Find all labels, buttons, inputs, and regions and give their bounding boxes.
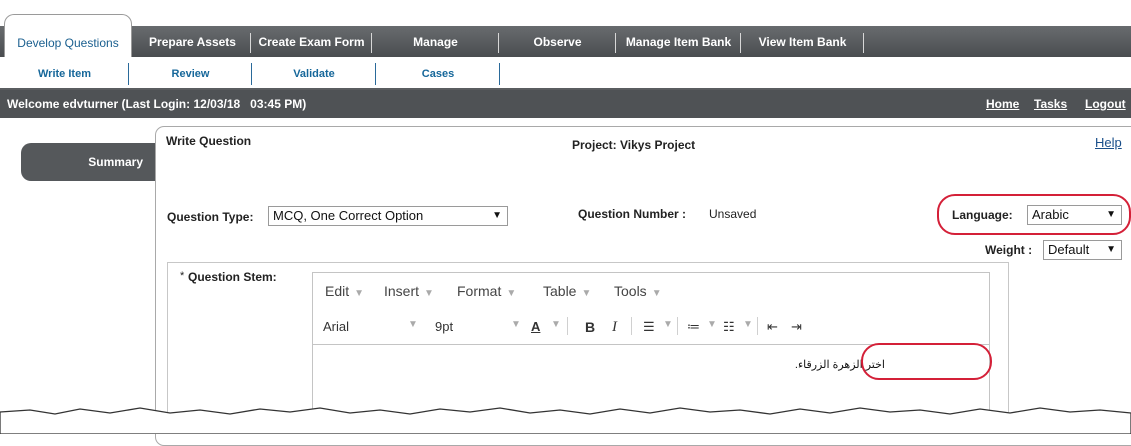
caret-down-icon: ▼ — [506, 288, 517, 299]
toolbar-divider — [567, 317, 568, 335]
panel-title: Write Question — [166, 134, 252, 148]
text-color-icon[interactable]: A — [531, 319, 540, 334]
question-type-label: Question Type: — [167, 210, 254, 224]
italic-icon[interactable]: I — [612, 319, 617, 336]
align-left-icon[interactable]: ☰ — [643, 319, 655, 335]
required-asterisk: * — [180, 270, 185, 282]
rich-text-editor: Edit ▼ Insert ▼ Format ▼ Table ▼ Tools ▼ Aria… — [312, 272, 990, 418]
dropdown-arrow-icon: ▼ — [1106, 244, 1116, 255]
home-link[interactable]: Home — [986, 97, 1019, 111]
caret-down-icon: ▼ — [707, 319, 717, 330]
font-family-select[interactable]: Arial — [323, 319, 349, 334]
subtab-review[interactable]: Review — [129, 63, 252, 85]
caret-down-icon: ▼ — [408, 319, 418, 330]
torn-edge-decoration — [0, 407, 1131, 434]
welcome-message: Welcome edvturner (Last Login: 12/03/18 … — [7, 97, 307, 111]
bullet-list-icon[interactable]: ≔ — [687, 319, 700, 335]
tab-prepare-assets[interactable]: Prepare Assets — [134, 28, 251, 57]
tab-manage-item-bank[interactable]: Manage Item Bank — [616, 28, 741, 57]
language-value: Arabic — [1032, 207, 1069, 222]
sub-nav: Write Item Review Validate Cases — [0, 57, 1131, 90]
weight-select[interactable]: Default ▼ — [1043, 240, 1122, 260]
caret-down-icon: ▼ — [663, 319, 673, 330]
question-number-value: Unsaved — [709, 207, 757, 221]
menu-tools[interactable]: Tools ▼ — [614, 283, 662, 299]
tab-create-exam-form[interactable]: Create Exam Form — [251, 28, 372, 57]
menu-insert-label: Insert — [384, 283, 420, 299]
tab-view-item-bank[interactable]: View Item Bank — [741, 28, 864, 57]
tasks-link[interactable]: Tasks — [1034, 97, 1067, 111]
subtab-cases[interactable]: Cases — [376, 63, 500, 85]
subtab-validate[interactable]: Validate — [252, 63, 376, 85]
font-size-select[interactable]: 9pt — [435, 319, 453, 334]
question-stem-label: Question Stem: — [188, 270, 277, 284]
numbered-list-icon[interactable]: ☷ — [723, 319, 735, 335]
menu-edit-label: Edit — [325, 283, 350, 299]
weight-value: Default — [1048, 242, 1090, 257]
dropdown-arrow-icon: ▼ — [1106, 209, 1116, 220]
editor-menubar: Edit ▼ Insert ▼ Format ▼ Table ▼ Tools ▼ — [313, 273, 989, 305]
caret-down-icon: ▼ — [651, 288, 662, 299]
toolbar-divider — [677, 317, 678, 335]
question-type-select[interactable]: MCQ, One Correct Option ▼ — [268, 206, 508, 226]
main-nav: Develop Questions Prepare Assets Create … — [0, 0, 1131, 57]
question-number-label: Question Number : — [578, 207, 687, 221]
project-name: Project: Vikys Project — [572, 138, 696, 152]
editor-toolbar: Arial ▼ 9pt ▼ A ▼ B I ☰ ▼ ≔ ▼ ☷ ▼ ⇤ ⇥ — [313, 305, 989, 345]
caret-down-icon: ▼ — [743, 319, 753, 330]
tab-observe[interactable]: Observe — [499, 28, 616, 57]
menu-edit[interactable]: Edit ▼ — [325, 283, 364, 299]
bold-icon[interactable]: B — [585, 319, 595, 335]
caret-down-icon: ▼ — [581, 288, 592, 299]
summary-button[interactable]: Summary — [21, 143, 155, 181]
caret-down-icon: ▼ — [551, 319, 561, 330]
caret-down-icon: ▼ — [354, 288, 365, 299]
menu-table-label: Table — [543, 283, 577, 299]
weight-label: Weight : — [985, 243, 1033, 257]
caret-down-icon: ▼ — [511, 319, 521, 330]
help-link[interactable]: Help — [1095, 135, 1122, 150]
menu-format[interactable]: Format ▼ — [457, 283, 516, 299]
toolbar-divider — [757, 317, 758, 335]
tab-develop-questions[interactable]: Develop Questions — [4, 14, 132, 57]
question-type-value: MCQ, One Correct Option — [273, 208, 424, 223]
dropdown-arrow-icon: ▼ — [492, 210, 502, 221]
language-label: Language: — [952, 208, 1013, 222]
menu-table[interactable]: Table ▼ — [543, 283, 591, 299]
tab-manage[interactable]: Manage — [372, 28, 499, 57]
welcome-bar: Welcome edvturner (Last Login: 12/03/18 … — [0, 90, 1131, 118]
outdent-icon[interactable]: ⇤ — [767, 319, 778, 335]
logout-link[interactable]: Logout — [1085, 97, 1126, 111]
menu-format-label: Format — [457, 283, 502, 299]
menu-tools-label: Tools — [614, 283, 647, 299]
question-stem-text: اختر الزهرة الزرقاء. — [794, 359, 885, 371]
caret-down-icon: ▼ — [424, 288, 434, 299]
indent-icon[interactable]: ⇥ — [791, 319, 802, 335]
menu-insert[interactable]: Insert ▼ — [384, 283, 434, 299]
subtab-write-item[interactable]: Write Item — [0, 63, 129, 85]
language-select[interactable]: Arabic ▼ — [1027, 205, 1122, 225]
toolbar-divider — [631, 317, 632, 335]
